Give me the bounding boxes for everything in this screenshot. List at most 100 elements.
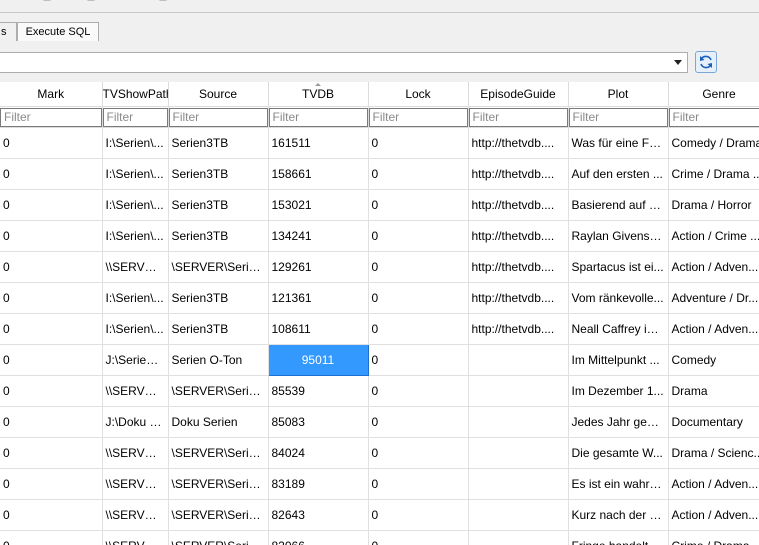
cell-lock[interactable]: 0 — [368, 437, 469, 469]
cell-genre[interactable]: Action / Adven... — [668, 499, 759, 531]
cell-episodeguide[interactable]: http://thetvdb.... — [468, 220, 569, 252]
filter-input-lock[interactable] — [368, 107, 468, 127]
column-header-mark[interactable]: Mark — [0, 82, 103, 107]
cell-episodeguide[interactable] — [468, 499, 569, 531]
cell-genre[interactable]: Action / Crime ... — [668, 220, 759, 252]
cell-mark[interactable]: 0 — [0, 127, 103, 159]
cell-genre[interactable]: Drama / Horror — [668, 189, 759, 221]
cell-tvshowpath[interactable]: J:\Serien ... — [102, 344, 169, 376]
cell-mark[interactable]: 0 — [0, 375, 103, 407]
cell-episodeguide[interactable]: http://thetvdb.... — [468, 282, 569, 314]
cell-tvdb[interactable]: 95011 — [267, 344, 369, 376]
cell-lock[interactable]: 0 — [368, 251, 469, 283]
column-header-plot[interactable]: Plot — [568, 82, 669, 107]
filter-input-genre[interactable] — [668, 107, 759, 127]
cell-source[interactable]: \SERVER\Serien... — [168, 530, 269, 545]
cell-plot[interactable]: Was für eine Fa... — [568, 127, 669, 159]
cell-episodeguide[interactable] — [468, 468, 569, 500]
cell-tvshowpath[interactable]: \\SERVER... — [102, 530, 169, 545]
table-select[interactable] — [0, 52, 688, 73]
cell-tvshowpath[interactable]: \\SERVER... — [102, 437, 169, 469]
tab-execute-sql[interactable]: Execute SQL — [17, 22, 99, 41]
cell-plot[interactable]: Kurz nach der J... — [568, 499, 669, 531]
cell-tvdb[interactable]: 161511 — [268, 127, 369, 159]
cell-source[interactable]: Serien3TB — [168, 127, 269, 159]
cell-episodeguide[interactable]: http://thetvdb.... — [468, 251, 569, 283]
table-row[interactable]: 0 \\SERVER... \SERVER\Serien... 83189 0 Es is… — [0, 468, 759, 500]
cell-episodeguide[interactable] — [468, 530, 569, 545]
cell-plot[interactable]: Die gesamte W... — [568, 437, 669, 469]
cell-episodeguide[interactable]: http://thetvdb.... — [468, 158, 569, 190]
cell-plot[interactable]: Jedes Jahr gehe... — [568, 406, 669, 438]
cell-plot[interactable]: Spartacus ist ei... — [568, 251, 669, 283]
cell-plot[interactable]: Es ist ein wahre... — [568, 468, 669, 500]
data-grid[interactable]: Mark TVShowPath Source TVDB Lock EpisodeGuide… — [0, 82, 759, 545]
cell-source[interactable]: Serien3TB — [168, 282, 269, 314]
cell-plot[interactable]: Im Mittelpunkt ... — [568, 344, 669, 376]
cell-plot[interactable]: Im Dezember 1... — [568, 375, 669, 407]
cell-tvdb[interactable]: 134241 — [268, 220, 369, 252]
toolbar-icon[interactable] — [158, 0, 168, 1]
cell-tvshowpath[interactable]: \\SERVER... — [102, 251, 169, 283]
table-row[interactable]: 0 J:\Doku S... Doku Serien 85083 0 Jedes Jahr… — [0, 406, 759, 438]
cell-tvshowpath[interactable]: \\SERVER... — [102, 375, 169, 407]
table-row[interactable]: 0 I:\Serien\... Serien3TB 161511 0 http://the… — [0, 127, 759, 159]
cell-tvdb[interactable]: 158661 — [268, 158, 369, 190]
cell-source[interactable]: \SERVER\Serien... — [168, 437, 269, 469]
cell-mark[interactable]: 0 — [0, 158, 103, 190]
cell-mark[interactable]: 0 — [0, 313, 103, 345]
cell-genre[interactable]: Adventure / Dr... — [668, 282, 759, 314]
cell-genre[interactable]: Documentary — [668, 406, 759, 438]
cell-tvshowpath[interactable]: I:\Serien\... — [102, 158, 169, 190]
column-header-source[interactable]: Source — [168, 82, 269, 107]
filter-input-episodeguide[interactable] — [468, 107, 568, 127]
cell-plot[interactable]: Vom ränkevolle... — [568, 282, 669, 314]
filter-input-plot[interactable] — [568, 107, 668, 127]
cell-mark[interactable]: 0 — [0, 189, 103, 221]
cell-tvdb[interactable]: 83189 — [268, 468, 369, 500]
cell-tvdb[interactable]: 153021 — [268, 189, 369, 221]
column-header-tvshowpath[interactable]: TVShowPath — [102, 82, 169, 107]
cell-mark[interactable]: 0 — [0, 437, 103, 469]
cell-tvdb[interactable]: 121361 — [268, 282, 369, 314]
table-row[interactable]: 0 I:\Serien\... Serien3TB 108611 0 http://the… — [0, 313, 759, 345]
cell-tvdb[interactable]: 82066 — [268, 530, 369, 545]
refresh-button[interactable] — [695, 51, 717, 73]
table-row[interactable]: 0 J:\Serien ... Serien O-Ton 95011 0 Im Mitte… — [0, 344, 759, 376]
cell-lock[interactable]: 0 — [368, 313, 469, 345]
cell-lock[interactable]: 0 — [368, 344, 469, 376]
cell-episodeguide[interactable]: http://thetvdb.... — [468, 313, 569, 345]
cell-tvshowpath[interactable]: I:\Serien\... — [102, 220, 169, 252]
cell-mark[interactable]: 0 — [0, 499, 103, 531]
cell-source[interactable]: Serien3TB — [168, 313, 269, 345]
cell-plot[interactable]: Fringe handelt ... — [568, 530, 669, 545]
table-row[interactable]: 0 I:\Serien\... Serien3TB 121361 0 http://the… — [0, 282, 759, 314]
toolbar-icon[interactable] — [86, 0, 96, 1]
chevron-down-icon[interactable] — [674, 60, 682, 65]
cell-genre[interactable]: Action / Adven... — [668, 468, 759, 500]
cell-genre[interactable]: Comedy / Drama — [668, 127, 759, 159]
cell-source[interactable]: \SERVER\Serien... — [168, 468, 269, 500]
cell-episodeguide[interactable]: http://thetvdb.... — [468, 189, 569, 221]
tab-browse-data[interactable]: s — [0, 22, 17, 41]
cell-tvshowpath[interactable]: I:\Serien\... — [102, 189, 169, 221]
cell-episodeguide[interactable] — [468, 375, 569, 407]
cell-genre[interactable]: Drama — [668, 375, 759, 407]
cell-lock[interactable]: 0 — [368, 530, 469, 545]
cell-tvshowpath[interactable]: I:\Serien\... — [102, 127, 169, 159]
filter-input-mark[interactable] — [0, 107, 102, 127]
cell-lock[interactable]: 0 — [368, 375, 469, 407]
cell-genre[interactable]: Crime / Drama ... — [668, 158, 759, 190]
cell-plot[interactable]: Raylan Givens z... — [568, 220, 669, 252]
table-row[interactable]: 0 \\SERVER... \SERVER\Serien... 85539 0 Im De… — [0, 375, 759, 407]
cell-lock[interactable]: 0 — [368, 468, 469, 500]
cell-plot[interactable]: Basierend auf ei... — [568, 189, 669, 221]
cell-genre[interactable]: Crime / Drama ... — [668, 530, 759, 545]
cell-plot[interactable]: Auf den ersten ... — [568, 158, 669, 190]
cell-mark[interactable]: 0 — [0, 282, 103, 314]
cell-episodeguide[interactable] — [468, 344, 569, 376]
column-header-genre[interactable]: Genre — [668, 82, 759, 107]
cell-tvdb[interactable]: 129261 — [268, 251, 369, 283]
cell-genre[interactable]: Action / Adven... — [668, 251, 759, 283]
table-row[interactable]: 0\\SERVER...\SERVER\Serien...820660Fring… — [0, 530, 759, 545]
